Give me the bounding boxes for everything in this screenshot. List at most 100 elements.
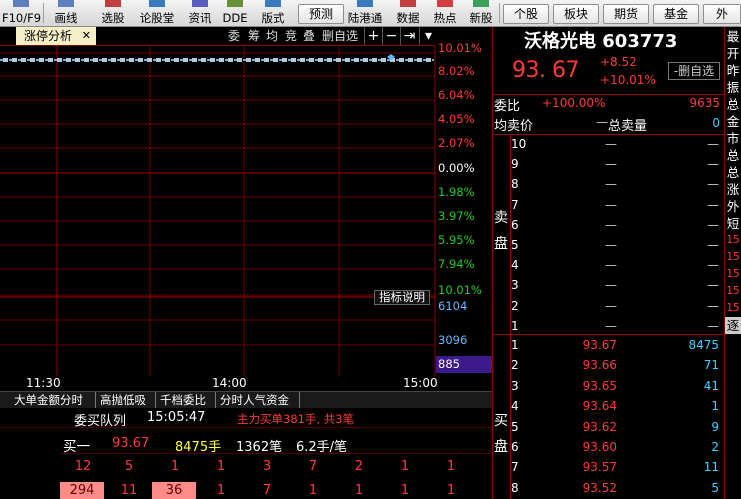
sub-tab-1[interactable]: 高抛低吸 <box>96 392 156 408</box>
toolbar-button-0[interactable]: 画线 <box>44 0 88 26</box>
toolbar-button-label: 热点 <box>433 11 457 25</box>
price-line-marker <box>210 58 215 62</box>
stock-title: 沃格光电 603773 <box>524 31 678 52</box>
level-price: — <box>605 298 617 313</box>
time-tick-label: 15:00 <box>403 376 438 390</box>
queue-cell: 1 <box>400 483 410 498</box>
queue-cell: 294 <box>60 482 104 499</box>
side-info-char: 总 <box>726 97 740 112</box>
toolbar-button-10[interactable]: 新股 <box>464 0 498 26</box>
price-line-marker <box>282 58 287 62</box>
tab-limit-up-analysis[interactable]: 涨停分析 ✕ <box>16 27 96 45</box>
minus-icon[interactable]: − <box>382 27 400 45</box>
sell-row: 2 — — <box>511 296 721 316</box>
level-price: 93.66 <box>582 358 617 373</box>
right-tab-2[interactable]: 期货 <box>603 4 649 24</box>
sub-tab-3[interactable]: 分时人气资金 <box>216 392 300 408</box>
price-line-marker <box>21 58 26 62</box>
toolbar-button-3[interactable]: 资讯 <box>180 0 220 26</box>
price-line-marker <box>147 58 152 62</box>
price-line-marker <box>120 58 125 62</box>
toolbar-button-4[interactable]: DDE <box>220 0 250 26</box>
buy-row: 8 93.52 5 <box>511 478 721 498</box>
toolbar-button-1[interactable]: 选股 <box>92 0 134 26</box>
queue-cell: 3 <box>262 459 272 474</box>
price-line-marker <box>57 58 62 62</box>
sell-row: 9 — — <box>511 154 721 174</box>
jump-end-icon[interactable]: ⇥ <box>400 27 418 45</box>
queue-summary: 主力买单381手, 共3笔 <box>237 412 355 426</box>
toolbar-button-label: 陆港通 <box>347 11 383 25</box>
percent-tick-label: 10.01% <box>438 41 482 55</box>
level-price: — <box>605 238 617 252</box>
level-label: 7 <box>511 460 519 475</box>
queue-cell: 5 <box>124 459 134 474</box>
chart-tool-1[interactable]: 筹 <box>248 27 260 45</box>
right-tab-1[interactable]: 板块 <box>553 4 599 24</box>
price-line-marker <box>228 58 233 62</box>
sell-row: 10 — — <box>511 134 721 154</box>
ratio-diff: 9635 <box>689 96 720 110</box>
price-line-marker <box>84 58 89 62</box>
toolbar-button-9[interactable]: 热点 <box>428 0 462 26</box>
side-info-char: 总 <box>726 148 740 163</box>
level-label: 5 <box>511 238 519 252</box>
stock-change-pct: +10.01% <box>600 73 656 87</box>
toolbar-button-5[interactable]: 版式 <box>256 0 290 26</box>
toolbar-button-8[interactable]: 数据 <box>390 0 426 26</box>
chart-tool-4[interactable]: 叠 <box>303 27 315 45</box>
dropdown-icon[interactable]: ▾ <box>419 27 437 45</box>
time-tick-label: 14:00 <box>212 376 247 390</box>
right-tab-4[interactable]: 外 <box>703 4 741 24</box>
side-info-char: 振 <box>726 80 740 95</box>
plus-icon[interactable]: + <box>364 27 382 45</box>
level-volume: 71 <box>703 358 719 373</box>
buy-row: 6 93.60 2 <box>511 437 721 457</box>
close-icon[interactable]: ✕ <box>82 27 91 45</box>
side-info-char: 15 <box>726 234 740 246</box>
level-price: 93.64 <box>582 399 617 414</box>
price-line-marker <box>264 58 269 62</box>
price-line-marker <box>192 58 197 62</box>
right-tab-3[interactable]: 基金 <box>653 4 699 24</box>
toolbar-button-forecast[interactable]: 预测 <box>298 4 344 24</box>
chart-tool-0[interactable]: 委 <box>228 27 240 45</box>
price-line-marker <box>174 58 179 62</box>
price-line-marker <box>273 58 278 62</box>
level-label: 9 <box>511 157 519 172</box>
toolbar-button-2[interactable]: 论股堂 <box>136 0 178 26</box>
queue-cell: 2 <box>354 459 364 474</box>
price-line-marker <box>408 58 413 62</box>
level-volume: — <box>707 278 719 293</box>
toolbar-button-label: 新股 <box>469 11 493 25</box>
queue-cell: 1 <box>216 483 226 498</box>
side-info-char: 15 <box>726 285 740 297</box>
price-line-marker <box>75 58 80 62</box>
level-label: 5 <box>511 419 519 434</box>
level-label: 6 <box>511 217 519 232</box>
right-tab-0[interactable]: 个股 <box>503 4 549 24</box>
indicator-help-button[interactable]: 指标说明 <box>374 290 430 305</box>
time-tick-label: 11:30 <box>26 376 61 390</box>
toolbar-button-label: 资讯 <box>188 11 212 25</box>
toolbar-button-7[interactable]: 陆港通 <box>344 0 386 26</box>
sell-row: 1 — — <box>511 316 721 336</box>
ratio-value: +100.00% <box>542 96 606 110</box>
price-line-marker <box>255 58 260 62</box>
level-label: 10 <box>511 137 527 151</box>
sell-row: 5 — — <box>511 235 721 255</box>
price-line-marker <box>381 58 386 62</box>
sell-row: 4 — — <box>511 255 721 275</box>
sub-tab-2[interactable]: 千档委比 <box>156 392 216 408</box>
chart-tool-3[interactable]: 竞 <box>285 27 297 45</box>
sub-tab-0[interactable]: 大单金额分时 <box>10 392 96 408</box>
chart-tool-2[interactable]: 均 <box>266 27 278 45</box>
remove-watchlist-button[interactable]: -删自选 <box>668 62 720 80</box>
stock-price: 93. 67 <box>512 58 579 83</box>
f10-label: F10/F9 <box>2 11 42 25</box>
price-line-marker <box>291 58 296 62</box>
chart-tool-5[interactable]: 删自选 <box>322 27 358 45</box>
toolbar-icon <box>357 0 373 7</box>
queue-divider <box>60 453 492 454</box>
f10-button[interactable]: F10/F9 <box>2 0 42 26</box>
